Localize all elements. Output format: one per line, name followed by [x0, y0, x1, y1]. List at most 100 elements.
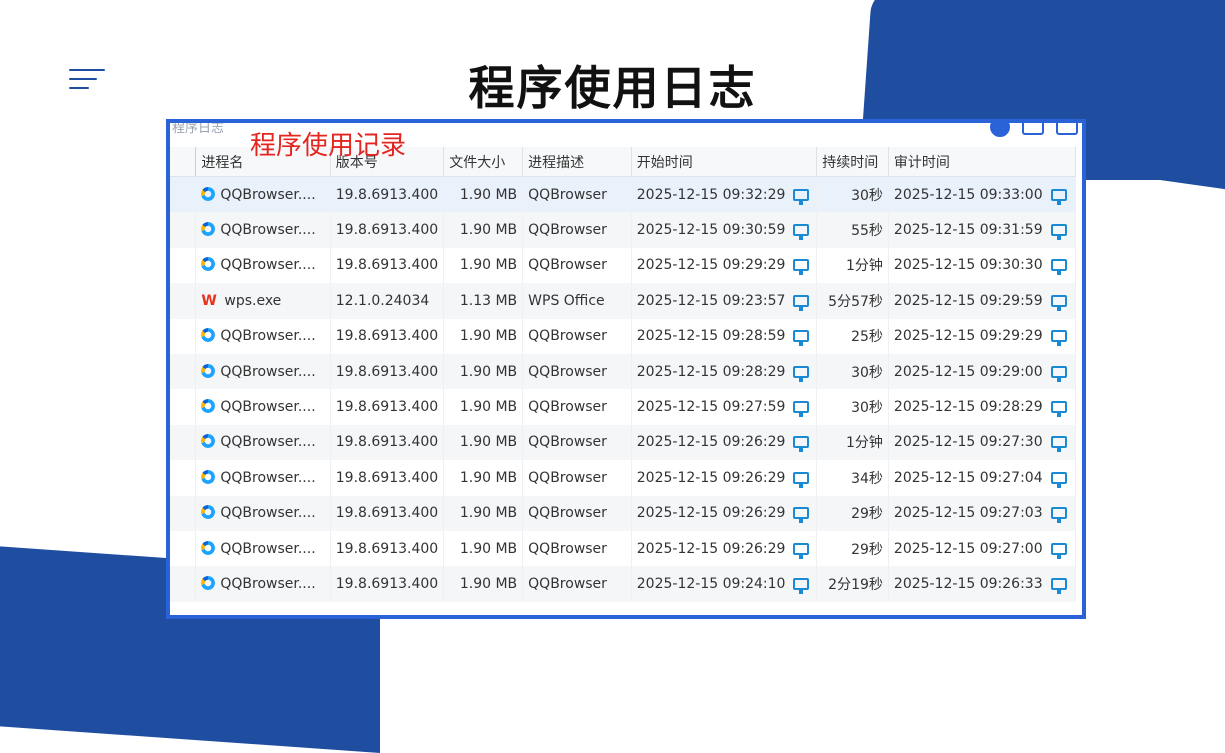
monitor-icon[interactable]: [793, 188, 810, 205]
duration-cell: 1分钟: [816, 247, 889, 284]
process-name-cell: QQBrowser....: [195, 247, 331, 284]
start-time-text: 2025-12-15 09:23:57: [636, 292, 786, 309]
monitor-icon[interactable]: [793, 294, 810, 311]
monitor-icon[interactable]: [793, 365, 810, 382]
monitor-icon[interactable]: [793, 471, 810, 488]
table-row[interactable]: QQBrowser.... 19.8.6913.400 1.90 MB QQBrows…: [170, 353, 1077, 390]
table-row[interactable]: QQBrowser.... 19.8.6913.400 1.90 MB QQBrows…: [170, 530, 1077, 567]
maximize-icon[interactable]: [1056, 123, 1078, 135]
row-checkbox-cell[interactable]: [170, 212, 197, 248]
description-cell: QQBrowser: [522, 353, 632, 390]
monitor-icon[interactable]: [1050, 365, 1067, 382]
duration-cell: 30秒: [816, 176, 889, 213]
monitor-icon[interactable]: [793, 259, 810, 276]
monitor-icon[interactable]: [1050, 436, 1067, 453]
table-row[interactable]: QQBrowser.... 19.8.6913.400 1.90 MB QQBrows…: [170, 424, 1077, 461]
qqbrowser-icon: [201, 328, 216, 343]
file-size-cell: 1.90 MB: [443, 389, 524, 425]
qqbrowser-icon: [201, 363, 216, 378]
table-row[interactable]: QQBrowser.... 19.8.6913.400 1.90 MB QQBrows…: [170, 247, 1077, 284]
audit-time-cell: 2025-12-15 09:31:59: [888, 212, 1077, 248]
monitor-icon[interactable]: [1050, 224, 1067, 241]
description-cell: QQBrowser: [522, 389, 632, 425]
monitor-icon[interactable]: [1050, 507, 1067, 524]
description-cell: QQBrowser: [522, 460, 632, 496]
duration-cell: 2分19秒: [816, 566, 889, 602]
monitor-icon[interactable]: [1050, 330, 1067, 347]
monitor-icon[interactable]: [1050, 188, 1067, 205]
row-checkbox-cell[interactable]: [170, 318, 197, 354]
start-time-column-header[interactable]: 开始时间: [631, 147, 818, 177]
table-row[interactable]: QQBrowser.... 19.8.6913.400 1.90 MB QQBrows…: [170, 318, 1077, 354]
process-name: wps.exe: [224, 292, 282, 309]
row-checkbox-cell[interactable]: [170, 353, 197, 390]
monitor-icon[interactable]: [793, 224, 810, 241]
monitor-icon[interactable]: [793, 577, 810, 594]
table-row[interactable]: QQBrowser.... 19.8.6913.400 1.90 MB QQBrows…: [170, 212, 1077, 248]
description-cell: QQBrowser: [522, 212, 632, 248]
table-row[interactable]: QQBrowser.... 19.8.6913.400 1.90 MB QQBrows…: [170, 495, 1077, 531]
row-checkbox-cell[interactable]: [170, 247, 197, 284]
duration-cell: 55秒: [816, 212, 889, 248]
row-checkbox-cell[interactable]: [170, 389, 197, 425]
process-name: QQBrowser....: [220, 328, 316, 345]
start-time-text: 2025-12-15 09:29:29: [636, 257, 786, 274]
monitor-icon[interactable]: [1050, 577, 1067, 594]
monitor-icon[interactable]: [793, 542, 810, 559]
monitor-icon[interactable]: [793, 507, 810, 524]
file-size-cell: 1.90 MB: [443, 212, 524, 248]
monitor-icon[interactable]: [793, 401, 810, 418]
start-time-cell: 2025-12-15 09:27:59: [631, 389, 818, 425]
table-row[interactable]: QQBrowser.... 19.8.6913.400 1.90 MB QQBrows…: [170, 566, 1077, 602]
audit-time-cell: 2025-12-15 09:29:00: [888, 353, 1077, 390]
start-time-text: 2025-12-15 09:27:59: [636, 399, 786, 416]
start-time-text: 2025-12-15 09:32:29: [636, 186, 786, 203]
minimize-icon[interactable]: [1022, 123, 1044, 135]
duration-column-header[interactable]: 持续时间: [816, 147, 889, 177]
file-size-cell: 1.90 MB: [443, 318, 524, 354]
row-checkbox-cell[interactable]: [170, 566, 197, 602]
row-checkbox-cell[interactable]: [170, 283, 197, 319]
duration-cell: 30秒: [816, 353, 889, 390]
table-row[interactable]: QQBrowser.... 19.8.6913.400 1.90 MB QQBrows…: [170, 460, 1077, 496]
row-checkbox-cell[interactable]: [170, 460, 197, 496]
process-name: QQBrowser....: [220, 222, 316, 239]
description-column-header[interactable]: 进程描述: [522, 147, 632, 177]
duration-cell: 30秒: [816, 389, 889, 425]
monitor-icon[interactable]: [1050, 471, 1067, 488]
description-cell: QQBrowser: [522, 495, 632, 531]
file-size-column-header[interactable]: 文件大小: [443, 147, 524, 177]
monitor-icon[interactable]: [793, 436, 810, 453]
file-size-cell: 1.13 MB: [443, 283, 524, 319]
screenshot-frame: 程序日志 程序使用记录 进程名 版本号 文件大小 进程描述 开始时间 持续时间 审计时间 Q…: [166, 119, 1086, 619]
monitor-icon[interactable]: [793, 330, 810, 347]
process-name-cell: QQBrowser....: [195, 353, 331, 390]
audit-time-cell: 2025-12-15 09:30:30: [888, 247, 1077, 284]
row-checkbox-cell[interactable]: [170, 424, 197, 461]
process-name-cell: QQBrowser....: [195, 566, 331, 602]
checkbox-column-header[interactable]: [170, 147, 197, 177]
version-cell: 19.8.6913.400: [330, 389, 445, 425]
audit-time-cell: 2025-12-15 09:27:03: [888, 495, 1077, 531]
version-cell: 19.8.6913.400: [330, 530, 445, 567]
audit-time-text: 2025-12-15 09:29:00: [893, 363, 1043, 380]
description-cell: QQBrowser: [522, 247, 632, 284]
audit-time-column-header[interactable]: 审计时间: [888, 147, 1077, 177]
refresh-icon[interactable]: [990, 123, 1010, 137]
row-checkbox-cell[interactable]: [170, 176, 197, 213]
monitor-icon[interactable]: [1050, 401, 1067, 418]
monitor-icon[interactable]: [1050, 542, 1067, 559]
monitor-icon[interactable]: [1050, 294, 1067, 311]
start-time-text: 2025-12-15 09:30:59: [636, 222, 786, 239]
audit-time-text: 2025-12-15 09:28:29: [893, 399, 1043, 416]
start-time-cell: 2025-12-15 09:28:59: [631, 318, 818, 354]
duration-cell: 29秒: [816, 530, 889, 567]
row-checkbox-cell[interactable]: [170, 530, 197, 567]
monitor-icon[interactable]: [1050, 259, 1067, 276]
table-row[interactable]: QQBrowser.... 19.8.6913.400 1.90 MB QQBrows…: [170, 389, 1077, 425]
table-row[interactable]: Wwps.exe 12.1.0.24034 1.13 MB WPS Office 202…: [170, 283, 1077, 319]
row-checkbox-cell[interactable]: [170, 495, 197, 531]
audit-time-text: 2025-12-15 09:31:59: [893, 222, 1043, 239]
table-row[interactable]: QQBrowser.... 19.8.6913.400 1.90 MB QQBrows…: [170, 176, 1077, 213]
file-size-cell: 1.90 MB: [443, 530, 524, 567]
